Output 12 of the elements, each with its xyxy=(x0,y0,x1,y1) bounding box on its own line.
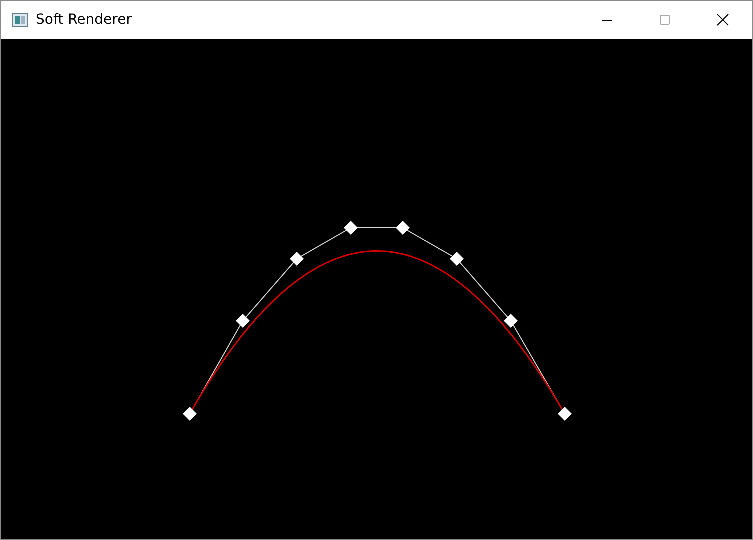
control-point-handle[interactable] xyxy=(396,221,410,235)
maximize-icon xyxy=(660,15,670,25)
control-point-handle[interactable] xyxy=(450,252,464,266)
window-title: Soft Renderer xyxy=(36,12,132,28)
control-point-handle[interactable] xyxy=(344,221,358,235)
control-point-handle[interactable] xyxy=(504,314,518,328)
control-point-handle[interactable] xyxy=(236,314,250,328)
close-icon xyxy=(717,14,729,26)
app-icon xyxy=(12,13,28,27)
control-point-handle[interactable] xyxy=(290,252,304,266)
control-point-handle[interactable] xyxy=(558,407,572,421)
control-point-handle[interactable] xyxy=(183,407,197,421)
